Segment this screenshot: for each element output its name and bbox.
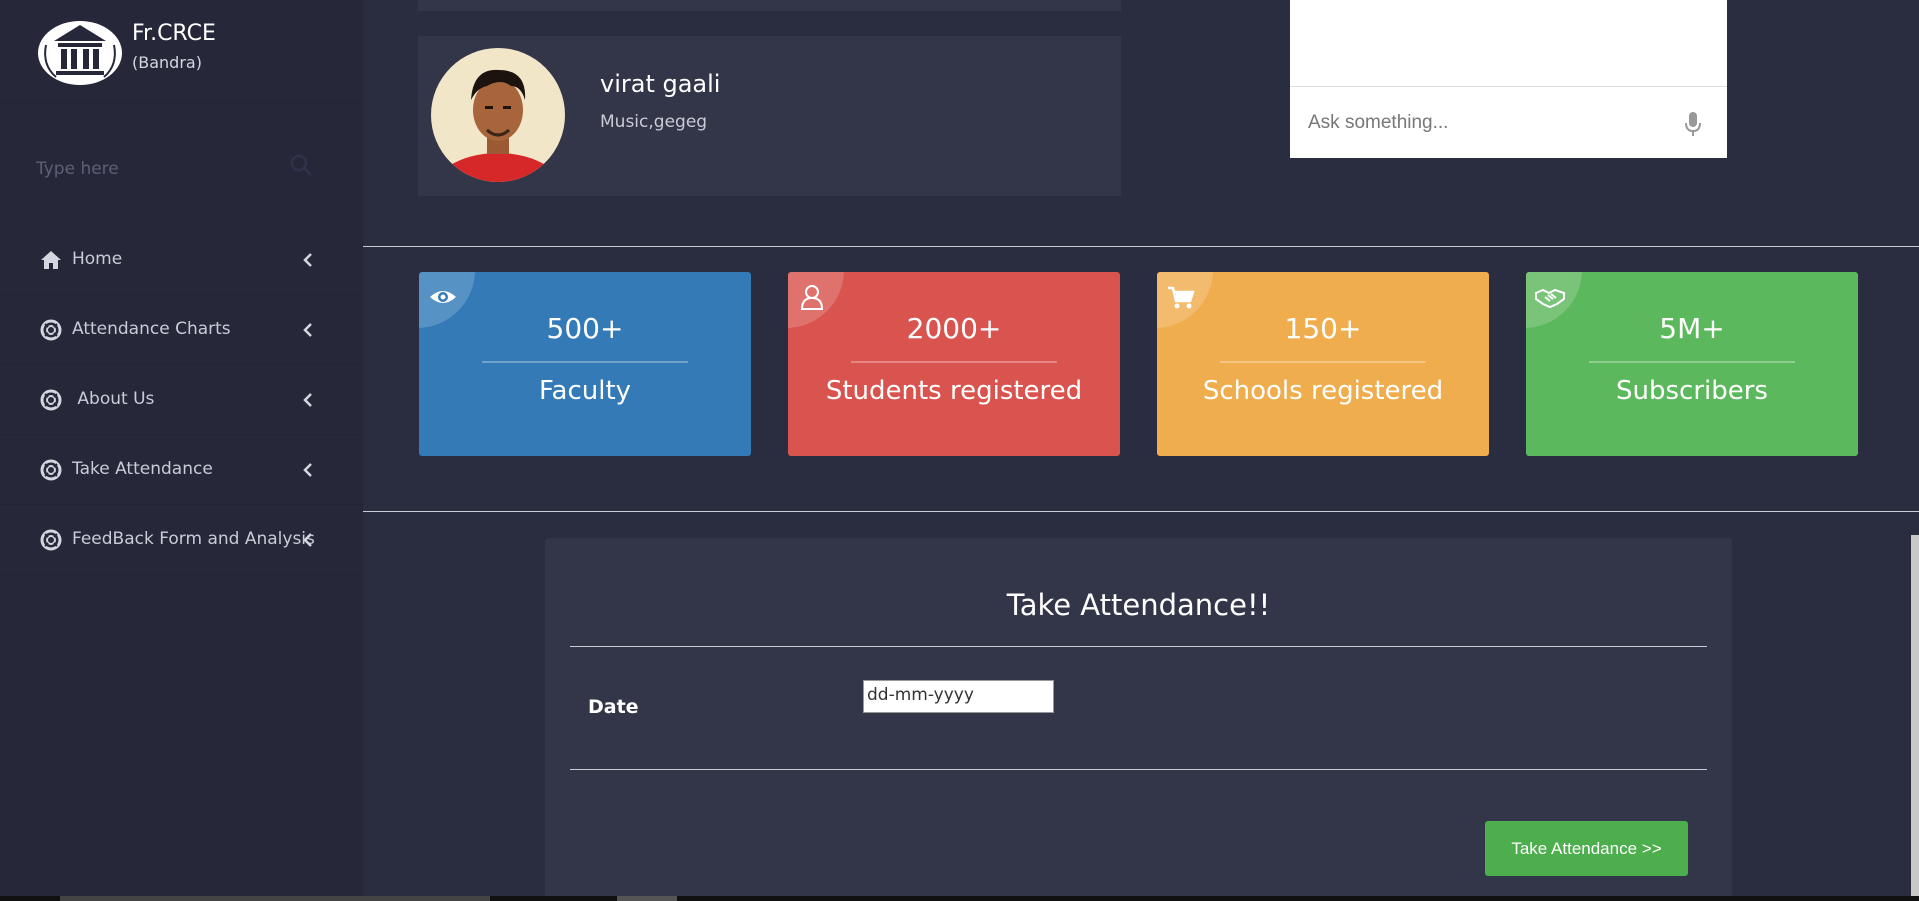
cart-icon [1168,286,1195,309]
lifebuoy-icon [40,529,62,551]
user-icon [800,285,824,310]
take-attendance-button[interactable]: Take Attendance >> [1485,821,1688,876]
chevron-left-icon [303,253,312,267]
stat-card-faculty: 500+ Faculty [419,272,751,456]
stat-underline [851,361,1057,363]
stat-label: Schools registered [1202,376,1444,406]
sidebar-item-feedback[interactable]: FeedBack Form and Analysis [0,505,363,575]
stat-value: 150+ [1284,312,1362,345]
brand: Fr.CRCE (Bandra) [0,0,363,103]
attendance-divider [570,646,1707,647]
sidebar-item-attendance-charts[interactable]: Attendance Charts [0,295,363,365]
sidebar-item-label: Take Attendance [72,459,213,479]
stat-underline [1220,361,1426,363]
avatar [431,48,565,182]
date-label: Date [588,696,639,718]
lifebuoy-icon [40,459,62,481]
search-input[interactable] [36,154,276,184]
stat-card-schools: 150+ Schools registered [1157,272,1489,456]
stat-label: Subscribers [1616,376,1768,406]
sidebar-menu: Home Attendance Charts About Us Take Att… [0,225,363,575]
search-icon[interactable] [289,153,313,177]
avatar-image [431,48,565,182]
chat-input[interactable] [1308,107,1668,139]
chat-input-area [1290,86,1727,158]
handshake-icon [1535,288,1565,309]
sidebar-item-about-us[interactable]: About Us [0,365,363,435]
stat-value: 500+ [546,312,624,345]
sidebar-item-home[interactable]: Home [0,225,363,295]
stat-value: 2000+ [906,312,1002,345]
sidebar-item-take-attendance[interactable]: Take Attendance [0,435,363,505]
bottom-edge-segment [60,896,490,901]
section-divider [363,511,1919,512]
stat-underline [482,361,688,363]
profile-subtitle: Music,gegeg [600,112,708,132]
attendance-panel: Take Attendance!! Date dd-mm-yyyy Take A… [545,538,1732,901]
chat-widget [1290,0,1727,158]
sidebar-item-label: FeedBack Form and Analysis [72,529,315,549]
chevron-left-icon [303,533,312,547]
college-logo-icon [38,21,122,85]
section-divider [363,246,1919,247]
chevron-left-icon [303,323,312,337]
brand-subtitle: (Bandra) [132,53,202,72]
stat-label: Students registered [825,376,1083,406]
bottom-edge [0,896,1919,901]
previous-card-edge [418,0,1121,11]
stat-underline [1589,361,1795,363]
attendance-title: Take Attendance!! [1006,588,1271,622]
lifebuoy-icon [40,389,62,411]
attendance-divider [570,769,1707,770]
chevron-left-icon [303,393,312,407]
home-icon [41,251,61,269]
sidebar-item-label: Home [72,249,123,269]
sidebar-item-label: Attendance Charts [72,319,231,339]
profile-card: virat gaali Music,gegeg [418,36,1121,196]
date-input[interactable]: dd-mm-yyyy [863,680,1054,713]
brand-name: Fr.CRCE [132,21,216,46]
stat-card-students: 2000+ Students registered [788,272,1120,456]
scrollbar[interactable] [1911,535,1919,901]
sidebar: Fr.CRCE (Bandra) Home Attendance Charts [0,0,363,901]
eye-icon [430,291,456,303]
stat-value: 5M+ [1659,312,1725,345]
sidebar-item-label: About Us [72,389,155,409]
profile-name: virat gaali [600,70,721,98]
chevron-left-icon [303,463,312,477]
lifebuoy-icon [40,319,62,341]
stat-card-subscribers: 5M+ Subscribers [1526,272,1858,456]
microphone-icon[interactable] [1684,111,1702,137]
bottom-edge-segment [617,896,677,901]
stat-label: Faculty [538,376,632,406]
